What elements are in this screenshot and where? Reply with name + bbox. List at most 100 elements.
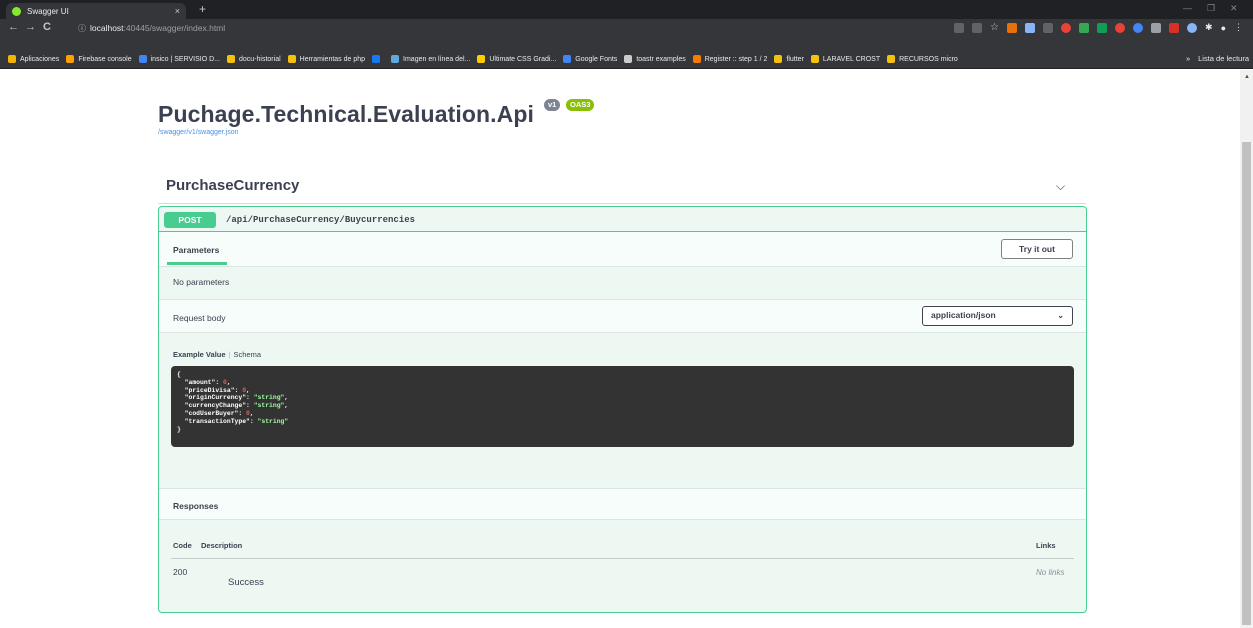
address-bar[interactable]: ⓘ localhost :40445/swagger/index.html — [70, 21, 882, 35]
bookmark-icon — [774, 55, 783, 63]
account-icon[interactable]: ● — [1221, 23, 1226, 33]
code-punctuation: , — [284, 402, 289, 410]
bookmark-item[interactable]: Firebase console — [66, 55, 132, 63]
reading-list-button[interactable]: Lista de lectura — [1198, 54, 1249, 63]
code-line: "amount": 0, — [177, 379, 1068, 387]
operation-path: /api/PurchaseCurrency/Buycurrencies — [226, 215, 416, 225]
extension-icon[interactable] — [1151, 22, 1162, 33]
bookmark-star-icon[interactable]: ☆ — [990, 22, 999, 33]
extension-icon[interactable] — [1025, 22, 1036, 33]
menu-icon[interactable]: ⋮ — [1234, 22, 1243, 33]
bookmark-item[interactable]: Herramientas de php — [287, 55, 365, 63]
site-info-icon[interactable]: ⓘ — [78, 23, 86, 34]
extension-icon[interactable] — [1097, 22, 1108, 33]
bookmarks-overflow-icon[interactable]: » — [1186, 54, 1190, 63]
restore-icon[interactable]: ❐ — [1207, 3, 1215, 14]
no-parameters-text: No parameters — [173, 277, 230, 287]
request-body-header: Request body application/json ⌄ — [159, 299, 1086, 333]
extension-icon[interactable] — [1133, 22, 1144, 33]
bookmark-item[interactable]: RECURSOS micro — [887, 55, 958, 63]
tab-separator: | — [228, 350, 231, 359]
code-line: { — [177, 371, 1068, 379]
code-key: { — [177, 371, 181, 378]
code-key: "transactionType": — [177, 417, 258, 425]
code-line: "transactionType": "string" — [177, 418, 1068, 426]
bookmark-icon — [810, 55, 819, 63]
url-path: :40445/swagger/index.html — [123, 23, 226, 33]
chevron-down-icon: ⌄ — [1057, 311, 1064, 320]
method-badge: POST — [164, 212, 216, 228]
new-tab-button[interactable]: + — [199, 3, 206, 15]
bookmark-item[interactable]: insico | SERVISIO D... — [138, 55, 221, 63]
bookmark-item[interactable] — [372, 55, 384, 63]
forward-icon[interactable]: → — [25, 22, 36, 33]
bookmark-label: Ultimate CSS Gradi... — [489, 55, 557, 63]
bookmark-icon — [624, 55, 633, 63]
extension-icon[interactable] — [1061, 22, 1072, 33]
code-punctuation: , — [226, 378, 231, 386]
code-key: "codUserBuyer": — [177, 409, 247, 417]
tab-example-value[interactable]: Example Value — [173, 350, 226, 359]
swagger-favicon-icon — [12, 6, 21, 16]
scrollbar-thumb[interactable] — [1242, 142, 1251, 625]
tag-divider — [158, 203, 1086, 204]
bookmark-icon — [138, 55, 147, 63]
bookmark-icon — [227, 55, 236, 63]
extension-icon[interactable] — [1115, 22, 1126, 33]
bookmark-item[interactable]: Aplicaciones — [8, 55, 59, 63]
bookmark-item[interactable]: LARAVEL CROST — [810, 55, 881, 63]
bookmark-item[interactable]: flutter — [774, 55, 804, 63]
tab-schema[interactable]: Schema — [233, 350, 261, 359]
bookmark-label: insico | SERVISIO D... — [150, 55, 221, 63]
bookmark-label: Register :: step 1 / 2 — [704, 55, 768, 63]
bookmark-item[interactable]: toastr examples — [624, 55, 686, 63]
tab-parameters[interactable]: Parameters — [173, 245, 219, 255]
operation-summary[interactable]: POST /api/PurchaseCurrency/Buycurrencies — [159, 207, 1086, 232]
translate-icon[interactable] — [954, 22, 965, 33]
back-icon[interactable]: ← — [8, 22, 19, 33]
bookmark-label: LARAVEL CROST — [822, 55, 881, 63]
minimize-icon[interactable]: — — [1183, 3, 1192, 13]
scroll-up-icon[interactable]: ▲ — [1244, 74, 1250, 80]
window-close-icon[interactable]: ✕ — [1230, 3, 1238, 14]
example-code-block[interactable]: { "amount": 0, "priceDivisa": 0, "origin… — [171, 366, 1074, 447]
bookmark-item[interactable]: docu-historial — [227, 55, 281, 63]
extension-icon[interactable] — [1043, 22, 1054, 33]
extension-icon[interactable] — [1007, 22, 1018, 33]
content-type-value: application/json — [931, 310, 996, 320]
extension-icon[interactable] — [1079, 22, 1090, 33]
column-links-header: Links — [1036, 541, 1056, 550]
extensions-row: ☆ ✱ ● ⋮ — [954, 22, 1243, 33]
bookmark-item[interactable]: Register :: step 1 / 2 — [692, 55, 768, 63]
tag-title[interactable]: PurchaseCurrency — [166, 177, 299, 194]
oas-badge: OAS3 — [566, 99, 595, 111]
bookmark-label: flutter — [786, 55, 804, 63]
code-line: "priceDivisa": 0, — [177, 387, 1068, 395]
url-host: localhost — [90, 23, 124, 33]
content-type-select[interactable]: application/json ⌄ — [922, 306, 1073, 326]
bookmark-item[interactable]: Google Fonts — [563, 55, 617, 63]
code-value: "string" — [253, 402, 285, 410]
profile-avatar-icon[interactable] — [1187, 22, 1198, 33]
bookmark-item[interactable]: Imagen en línea del... — [391, 55, 470, 63]
reload-icon[interactable]: C — [43, 22, 51, 33]
response-description: Success — [228, 577, 264, 588]
bookmark-label: Imagen en línea del... — [403, 55, 471, 63]
bookmark-item[interactable]: Ultimate CSS Gradi... — [477, 55, 556, 63]
collapse-chevron-icon[interactable]: ⌵ — [1056, 179, 1065, 194]
spec-url-link[interactable]: /swagger/v1/swagger.json — [158, 129, 239, 136]
extension-icon[interactable] — [1169, 22, 1180, 33]
api-title: Puchage.Technical.Evaluation.Api — [158, 101, 534, 127]
operation-block: POST /api/PurchaseCurrency/Buycurrencies… — [158, 206, 1087, 613]
tab-title: Swagger UI — [27, 6, 69, 16]
bookmark-icon — [287, 55, 296, 63]
try-it-out-button[interactable]: Try it out — [1001, 239, 1073, 259]
bookmark-icon — [563, 55, 572, 63]
browser-tab[interactable]: Swagger UI × — [6, 3, 186, 19]
extensions-puzzle-icon[interactable]: ✱ — [1205, 22, 1213, 33]
version-badge: v1 — [544, 99, 561, 111]
parameters-header: Parameters Try it out — [159, 232, 1086, 267]
close-tab-icon[interactable]: × — [175, 6, 180, 16]
share-icon[interactable] — [972, 22, 983, 33]
bookmarks-bar: Aplicaciones Firebase console insico | SER… — [0, 50, 1253, 69]
